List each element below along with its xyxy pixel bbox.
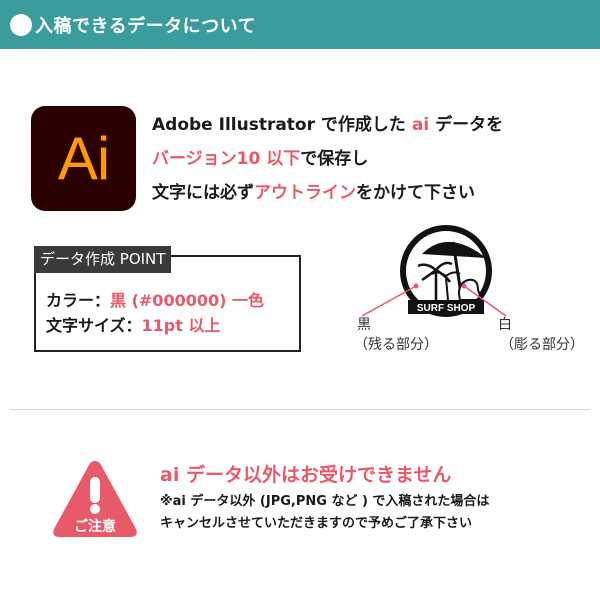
spec-color: カラー：黒 (#000000) 一色: [46, 287, 264, 311]
warning-badge-text: ご注意: [74, 518, 116, 535]
warning-triangle-icon: ご注意: [53, 461, 137, 537]
spec-size-value: 11pt 以上: [141, 316, 221, 335]
notice-body-line-2: キャンセルさせていただきますので予めご了承下さい: [160, 516, 473, 531]
illustrator-logo-text: Ai: [57, 125, 110, 192]
intro-line-1-part-b: データを: [429, 115, 504, 135]
notice-title: ai データ以外はお受けできません: [160, 464, 452, 486]
intro-line-2: バージョン10 以下で保存し: [152, 142, 592, 176]
exclamation-bar: [90, 477, 100, 503]
spec-size: 文字サイズ：11pt 以上: [46, 312, 220, 336]
intro-text: Adobe Illustrator で作成した ai データを バージョン10 …: [152, 108, 592, 210]
intro-line-2-highlight: バージョン10 以下: [152, 149, 301, 169]
exclamation-dot: [90, 504, 100, 514]
intro-line-1: Adobe Illustrator で作成した ai データを: [152, 108, 592, 142]
bullet-circle-icon: [10, 13, 32, 36]
black-part-sub-label: （残る部分）: [354, 337, 438, 353]
illustrator-logo-icon: Ai: [31, 106, 136, 211]
notice-body: ※ai データ以外 (JPG,PNG など ) で入稿された場合は キャンセルさ…: [160, 491, 489, 535]
spec-color-label: カラー：: [46, 291, 111, 310]
intro-line-2-part-b: で保存し: [300, 149, 369, 169]
intro-line-1-part-a: Adobe Illustrator で作成した: [152, 115, 412, 135]
spec-size-label: 文字サイズ：: [46, 316, 142, 335]
intro-line-3-part-a: 文字には必ず: [152, 183, 254, 203]
intro-line-3-highlight: アウトライン: [254, 183, 356, 203]
callout-lines: [361, 283, 507, 317]
white-part-label: 白: [498, 317, 512, 333]
black-part-label: 黒: [357, 317, 371, 333]
white-part-sub-label: （彫る部分）: [500, 337, 584, 353]
intro-line-3-part-b: をかけて下さい: [356, 183, 475, 203]
intro-line-1-highlight: ai: [411, 115, 430, 135]
notice-body-line-1: ※ai データ以外 (JPG,PNG など ) で入稿された場合は: [160, 494, 490, 509]
section-header: 入稿できるデータについて: [0, 0, 600, 49]
intro-line-3: 文字には必ずアウトラインをかけて下さい: [152, 176, 592, 210]
spec-color-value: 黒 (#000000) 一色: [110, 291, 264, 310]
section-title: 入稿できるデータについて: [35, 15, 257, 37]
section-divider: [10, 409, 590, 410]
point-tag: データ作成 POINT: [34, 246, 172, 273]
